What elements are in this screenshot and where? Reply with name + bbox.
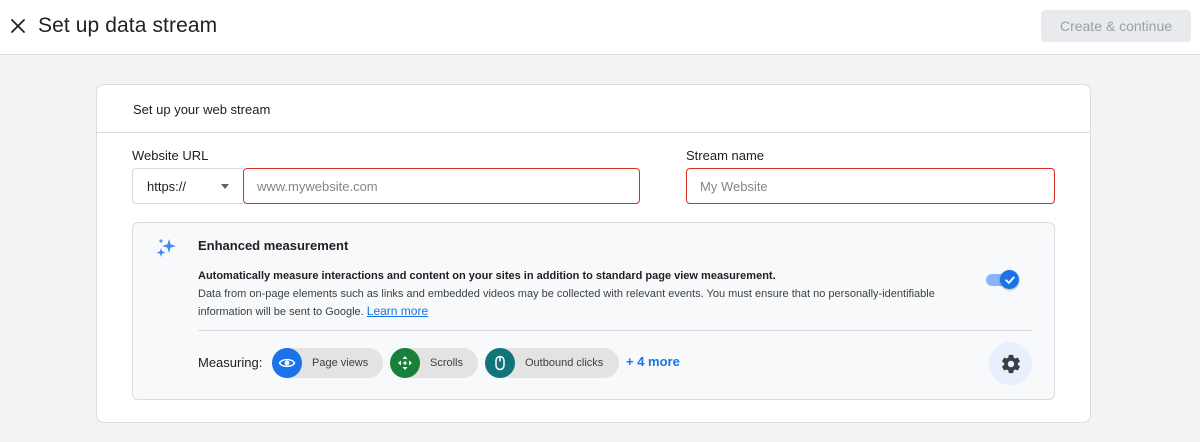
sparkle-icon	[156, 238, 176, 257]
close-button[interactable]	[8, 14, 28, 38]
enhanced-measurement-description: Data from on-page elements such as links…	[198, 286, 958, 321]
card-title: Set up your web stream	[133, 102, 271, 117]
close-icon	[11, 19, 25, 33]
settings-button[interactable]	[989, 342, 1032, 385]
checkmark-icon	[1004, 276, 1015, 284]
chip-label: Scrolls	[430, 357, 464, 369]
protocol-select[interactable]: https://	[132, 168, 243, 204]
measuring-label: Measuring:	[198, 355, 263, 370]
website-url-label: Website URL	[132, 148, 209, 163]
mouse-icon	[485, 348, 515, 378]
stream-name-input[interactable]	[686, 168, 1055, 204]
description-text: Data from on-page elements such as links…	[198, 288, 935, 318]
website-url-input[interactable]	[243, 168, 640, 204]
stream-name-label: Stream name	[686, 148, 765, 163]
enhanced-measurement-summary: Automatically measure interactions and c…	[198, 270, 776, 282]
toggle-knob	[1000, 270, 1019, 289]
enhanced-measurement-toggle[interactable]	[985, 270, 1019, 290]
card-header: Set up your web stream	[97, 85, 1090, 133]
eye-icon	[272, 348, 302, 378]
chip-scrolls: Scrolls	[390, 348, 478, 378]
enhanced-measurement-title: Enhanced measurement	[198, 238, 349, 253]
learn-more-link[interactable]: Learn more	[367, 304, 428, 318]
chip-page-views: Page views	[272, 348, 383, 378]
dropdown-caret-icon	[221, 184, 229, 189]
protocol-value: https://	[147, 178, 187, 194]
chip-label: Page views	[312, 357, 369, 369]
divider	[198, 330, 1032, 331]
chip-outbound-clicks: Outbound clicks	[485, 348, 619, 378]
page-title: Set up data stream	[38, 14, 218, 37]
more-measurements-link[interactable]: + 4 more	[626, 354, 680, 369]
gear-icon	[1001, 354, 1020, 373]
chip-label: Outbound clicks	[525, 357, 604, 369]
scroll-crosshair-icon	[390, 348, 420, 378]
top-app-bar: Set up data stream Create & continue	[0, 0, 1200, 55]
create-continue-button[interactable]: Create & continue	[1041, 10, 1191, 42]
